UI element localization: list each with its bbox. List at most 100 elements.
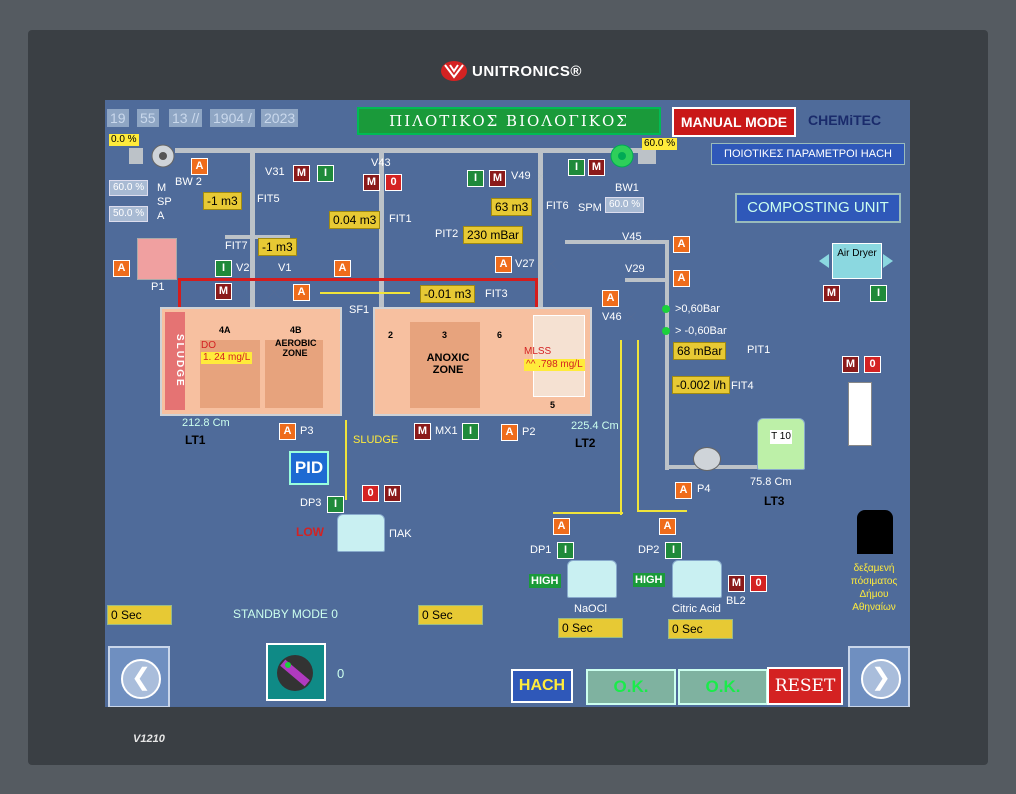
bw2-auto-button[interactable]: A [191, 158, 208, 175]
air-dryer-on-button[interactable]: I [870, 285, 887, 302]
sf1-label: SF1 [349, 304, 370, 316]
bl2-manual-button[interactable]: M [728, 575, 745, 592]
aerobic-zone-label: AEROBIC ZONE [275, 338, 317, 358]
pak-label: ΠΑΚ [389, 528, 412, 540]
bw1-manual-button[interactable]: M [588, 159, 605, 176]
dp3-on-button[interactable]: I [327, 496, 344, 513]
prev-page-button[interactable]: ❮ [108, 646, 170, 707]
air-dryer-manual-button[interactable]: M [823, 285, 840, 302]
page-title: ΠΙΛΟΤΙΚΟΣ ΒΙΟΛΟΓΙΚΟΣ [357, 107, 661, 135]
pump-p4-icon[interactable] [693, 447, 721, 471]
v45-auto-button[interactable]: A [673, 236, 690, 253]
uv-off-button[interactable]: 0 [864, 356, 881, 373]
lt3-label: LT3 [764, 494, 785, 508]
chem-line-naocl [620, 340, 622, 515]
do-label: DO [201, 340, 216, 351]
dp3-label: DP3 [300, 497, 322, 509]
fit5-value: -1 m3 [203, 192, 242, 210]
tank-4b-label: 4B [290, 325, 302, 335]
bw2-sp-value[interactable]: 50.0 % [109, 206, 149, 222]
citric-tank [672, 560, 722, 598]
ok-button-1[interactable]: O.K. [586, 669, 676, 705]
valve-v29-label: V29 [625, 263, 645, 275]
v27-auto-button[interactable]: A [495, 256, 512, 273]
timer-2: 0 Sec [418, 605, 483, 625]
pit2-value: 230 mBar [463, 226, 524, 244]
valve-v27-icon[interactable] [545, 258, 557, 270]
v29-auto-button[interactable]: A [673, 270, 690, 287]
hmi-screen: 19 55 13 // 1904 / 2023 ΠΙΛΟΤΙΚΟΣ ΒΙΟΛΟΓ… [105, 100, 910, 707]
p3-auto-button[interactable]: A [279, 423, 296, 440]
dp2-on-button[interactable]: I [665, 542, 682, 559]
tank-5-label: 5 [550, 400, 556, 410]
v31-on-button[interactable]: I [317, 165, 334, 182]
uv-manual-button[interactable]: M [842, 356, 859, 373]
valve-v49-label: V49 [511, 170, 531, 182]
dp1-auto-button[interactable]: A [553, 518, 570, 535]
naocl-high-level: HIGH [529, 574, 561, 588]
selector-switch[interactable] [266, 643, 326, 701]
p2-auto-button[interactable]: A [501, 424, 518, 441]
mx1-manual-button[interactable]: M [414, 423, 431, 440]
pressure-switch-low-label: > -0,60Bar [675, 325, 727, 337]
bw2-m-label: M [157, 182, 167, 194]
fit7-value: -1 m3 [258, 238, 297, 256]
lt2-auto-button[interactable]: A [602, 290, 619, 307]
dp3-off-button[interactable]: 0 [362, 485, 379, 502]
brand-logo: UNITRONICS® [440, 58, 582, 84]
valve-v31-label: V31 [265, 166, 285, 178]
v43-manual-button[interactable]: M [363, 174, 380, 191]
ok-button-2[interactable]: O.K. [678, 669, 768, 705]
air-dryer[interactable]: Air Dryer [832, 243, 882, 279]
valve-v1-icon[interactable] [268, 286, 280, 298]
brand-name: UNITRONICS® [472, 62, 582, 80]
v49-manual-button[interactable]: M [489, 170, 506, 187]
manual-mode-button[interactable]: MANUAL MODE [672, 107, 796, 137]
bw1-spm-value[interactable]: 60.0 % [605, 197, 645, 213]
mx1-on-button[interactable]: I [462, 423, 479, 440]
drinking-water-tank [857, 510, 893, 554]
lt2-level: 225.4 Cm [571, 420, 619, 432]
dp1-label: DP1 [530, 544, 552, 556]
dp2-auto-button[interactable]: A [659, 518, 676, 535]
dp1-on-button[interactable]: I [557, 542, 574, 559]
pit1-value: 68 mBar [673, 342, 727, 360]
v31-manual-button[interactable]: M [293, 165, 310, 182]
sludge-line-label: SLUDGE [353, 434, 399, 446]
valve-v46-icon[interactable] [625, 311, 637, 323]
next-page-button[interactable]: ❯ [848, 646, 910, 707]
p1-pump-tank [137, 238, 177, 280]
bw2-label: BW 2 [175, 176, 202, 188]
citric-label: Citric Acid [672, 603, 721, 615]
v43-off-button[interactable]: 0 [385, 174, 402, 191]
tank-4a-label: 4A [219, 325, 231, 335]
bw2-a-label: A [157, 210, 165, 222]
dp3-manual-button[interactable]: M [384, 485, 401, 502]
clock-year: 2023 [261, 109, 299, 127]
v2-manual-button[interactable]: M [215, 283, 232, 300]
p4-auto-button[interactable]: A [675, 482, 692, 499]
pid-button[interactable]: PID [289, 451, 329, 485]
chem-line-dp1 [553, 512, 623, 514]
hach-params-button[interactable]: ΠΟΙΟΤΙΚΕΣ ΠΑΡΑΜΕΤΡΟΙ HACH [711, 143, 905, 165]
bw2-sp-label: SP [157, 196, 172, 208]
lt1-aux-auto-button[interactable]: A [334, 260, 351, 277]
bw1-spm-label: SPM [578, 202, 602, 214]
v2-on-button[interactable]: I [215, 260, 232, 277]
p1-auto-button[interactable]: A [113, 260, 130, 277]
chemitec-logo: CHEMiTEC [808, 112, 882, 128]
composting-unit-button[interactable]: COMPOSTING UNIT [735, 193, 901, 223]
valve-v1-label: V1 [278, 262, 292, 274]
reset-button[interactable]: RESET [767, 667, 843, 705]
fit3-value: -0.01 m3 [420, 285, 476, 303]
pak-low-alarm: LOW [296, 525, 324, 539]
mlss-label: MLSS [524, 346, 552, 357]
blower-bw2-icon[interactable] [129, 144, 179, 168]
v1b-auto-button[interactable]: A [293, 284, 310, 301]
hach-button[interactable]: HACH [511, 669, 573, 703]
v49-on-button[interactable]: I [467, 170, 484, 187]
valve-v45-label: V45 [622, 231, 642, 243]
bl2-off-button[interactable]: 0 [750, 575, 767, 592]
bw1-on-button[interactable]: I [568, 159, 585, 176]
selector-counter: 0 [337, 666, 345, 681]
